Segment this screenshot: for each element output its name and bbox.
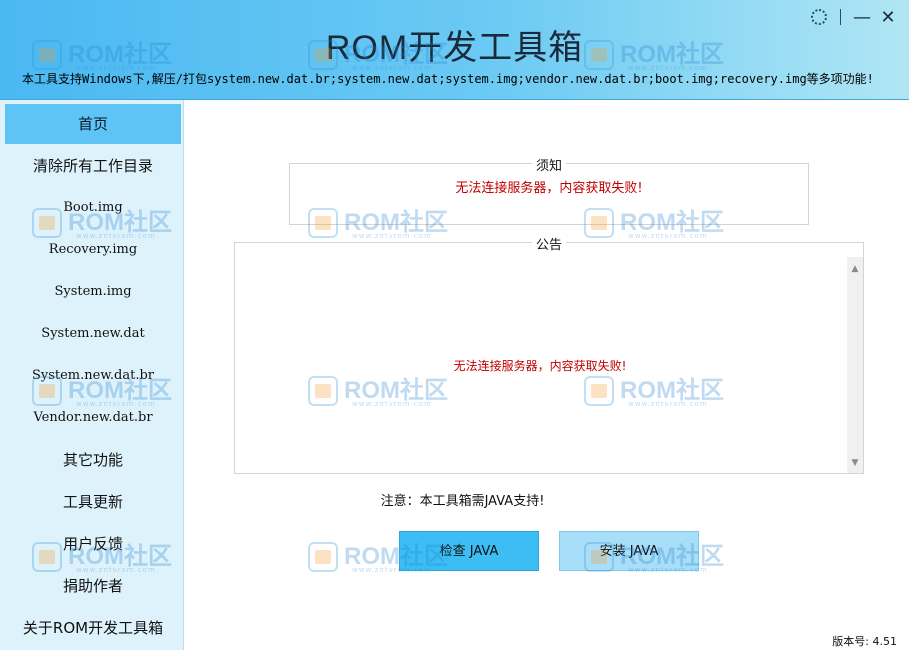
announcement-scrollbar[interactable]: ▲ ▼ xyxy=(847,257,863,473)
notice-message: 无法连接服务器，内容获取失败! xyxy=(455,181,643,196)
sidebar: 首页 清除所有工作目录 Boot.img Recovery.img System… xyxy=(0,100,184,650)
version-label: 版本号: 4.51 xyxy=(832,635,897,648)
sidebar-item-home[interactable]: 首页 xyxy=(5,104,181,144)
scroll-down-arrow-icon[interactable]: ▼ xyxy=(847,455,863,471)
watermark-tv-icon xyxy=(308,542,338,572)
controls-divider xyxy=(840,9,841,25)
loading-spinner-icon xyxy=(806,6,832,28)
sidebar-item-system-img[interactable]: System.img xyxy=(5,272,181,312)
check-java-button[interactable]: 检查 JAVA xyxy=(399,531,539,571)
announcement-panel: 公告 无法连接服务器，内容获取失败! ▲ ▼ xyxy=(234,238,864,474)
sidebar-item-donate[interactable]: 捐助作者 xyxy=(5,566,181,606)
announcement-message: 无法连接服务器，内容获取失败! xyxy=(453,359,627,373)
sidebar-item-other-functions[interactable]: 其它功能 xyxy=(5,440,181,480)
sidebar-item-about[interactable]: 关于ROM开发工具箱 xyxy=(5,608,181,648)
sidebar-item-recovery-img[interactable]: Recovery.img xyxy=(5,230,181,270)
java-requirement-note: 注意：本工具箱需JAVA支持! xyxy=(380,494,545,509)
sidebar-item-system-new-dat[interactable]: System.new.dat xyxy=(5,314,181,354)
sidebar-item-user-feedback[interactable]: 用户反馈 xyxy=(5,524,181,564)
notice-panel: 须知 无法连接服务器，内容获取失败! xyxy=(289,159,809,225)
close-button[interactable]: ✕ xyxy=(875,6,901,28)
sidebar-item-system-new-dat-br[interactable]: System.new.dat.br xyxy=(5,356,181,396)
app-title: ROM开发工具箱 xyxy=(325,29,584,67)
app-subtitle: 本工具支持Windows下,解压/打包system.new.dat.br;sys… xyxy=(22,72,874,86)
sidebar-item-clear-workdirs[interactable]: 清除所有工作目录 xyxy=(5,146,181,186)
minimize-button[interactable]: — xyxy=(849,6,875,28)
scroll-up-arrow-icon[interactable]: ▲ xyxy=(847,261,863,277)
sidebar-item-boot-img[interactable]: Boot.img xyxy=(5,188,181,228)
notice-title: 须知 xyxy=(531,159,566,174)
install-java-button[interactable]: 安装 JAVA xyxy=(559,531,699,571)
title-bar: ROM开发工具箱 本工具支持Windows下,解压/打包system.new.d… xyxy=(0,0,909,100)
sidebar-item-vendor-new-dat-br[interactable]: Vendor.new.dat.br xyxy=(5,398,181,438)
window-controls: — ✕ xyxy=(806,6,901,28)
announcement-title: 公告 xyxy=(531,238,566,253)
